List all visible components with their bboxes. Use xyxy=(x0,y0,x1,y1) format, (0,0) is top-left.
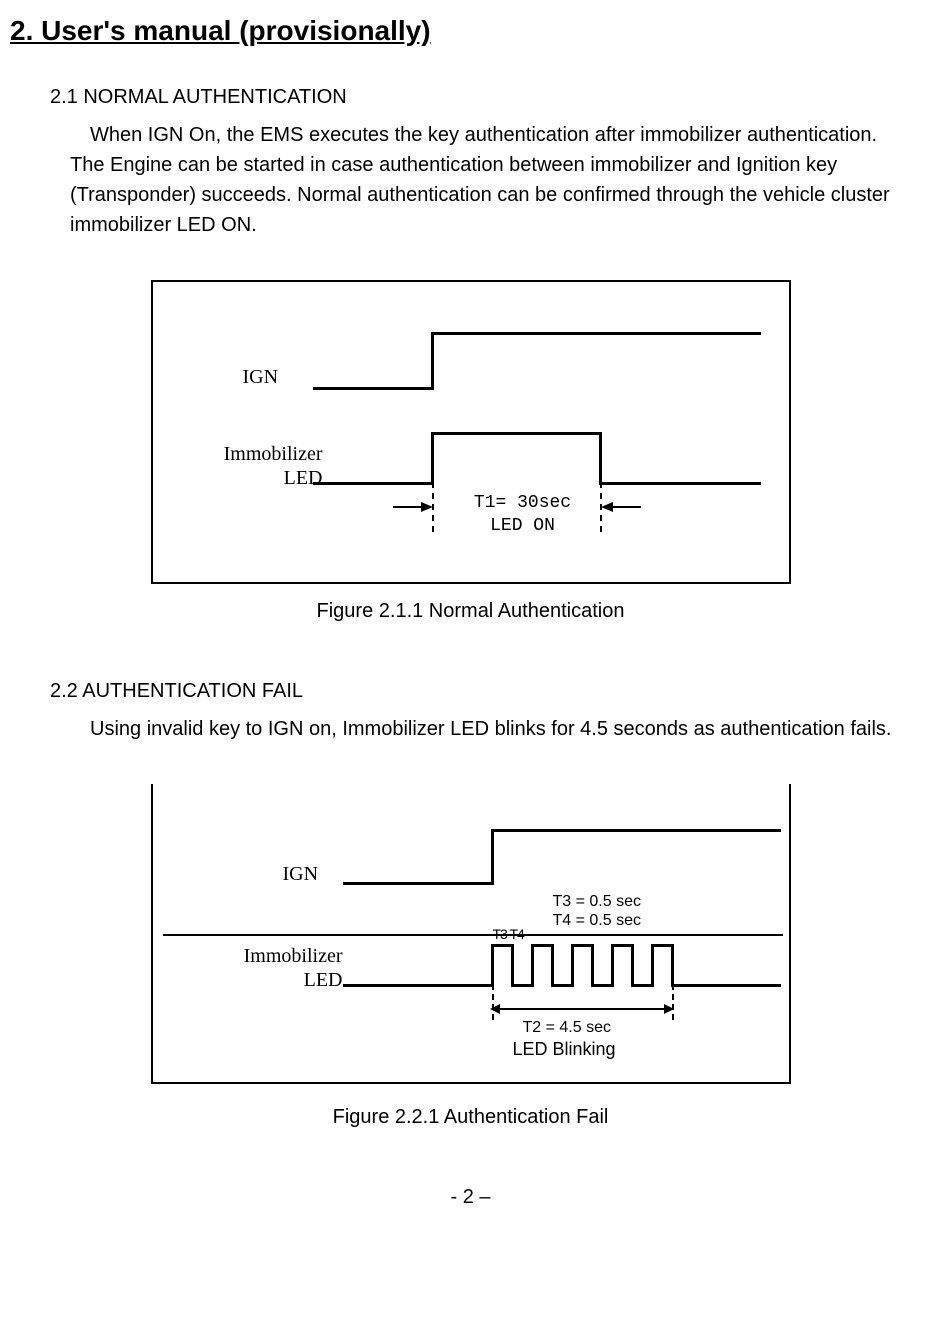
t3t4-label: T3 T4 xyxy=(493,924,524,945)
led-blinking-label: LED Blinking xyxy=(513,1036,616,1063)
timing-diagram-2: IGN Immobilizer LED xyxy=(153,784,789,1084)
arrow-right-icon xyxy=(421,502,433,512)
page-title: 2. User's manual (provisionally) xyxy=(10,10,921,52)
arrow-right-icon-2 xyxy=(664,1004,674,1014)
page-number: - 2 – xyxy=(20,1182,921,1212)
ign-label-2: IGN xyxy=(283,859,319,889)
section-2-1-body: When IGN On, the EMS executes the key au… xyxy=(70,120,911,240)
arrow-left-icon xyxy=(601,502,613,512)
arrow-left-icon-2 xyxy=(490,1004,500,1014)
immobilizer-led-label-2: Immobilizer LED xyxy=(193,944,343,992)
section-2-2-body: Using invalid key to IGN on, Immobilizer… xyxy=(90,714,921,744)
ign-label: IGN xyxy=(243,362,279,392)
t3-t4-values: T3 = 0.5 sec T4 = 0.5 sec xyxy=(553,892,642,930)
section-2-1-title: 2.1 NORMAL AUTHENTICATION xyxy=(50,82,921,112)
figure-2-1-1: IGN Immobilizer LED T1= 30sec LED ON xyxy=(151,280,791,584)
figure-2-1-1-caption: Figure 2.1.1 Normal Authentication xyxy=(20,596,921,626)
figure-2-2-1-caption: Figure 2.2.1 Authentication Fail xyxy=(20,1102,921,1132)
timing-diagram-1: IGN Immobilizer LED T1= 30sec LED ON xyxy=(153,282,789,582)
section-2-2-title: 2.2 AUTHENTICATION FAIL xyxy=(50,676,921,706)
t1-label: T1= 30sec LED ON xyxy=(453,492,593,539)
immobilizer-led-label: Immobilizer LED xyxy=(173,442,323,490)
figure-2-2-1: IGN Immobilizer LED xyxy=(151,784,791,1084)
